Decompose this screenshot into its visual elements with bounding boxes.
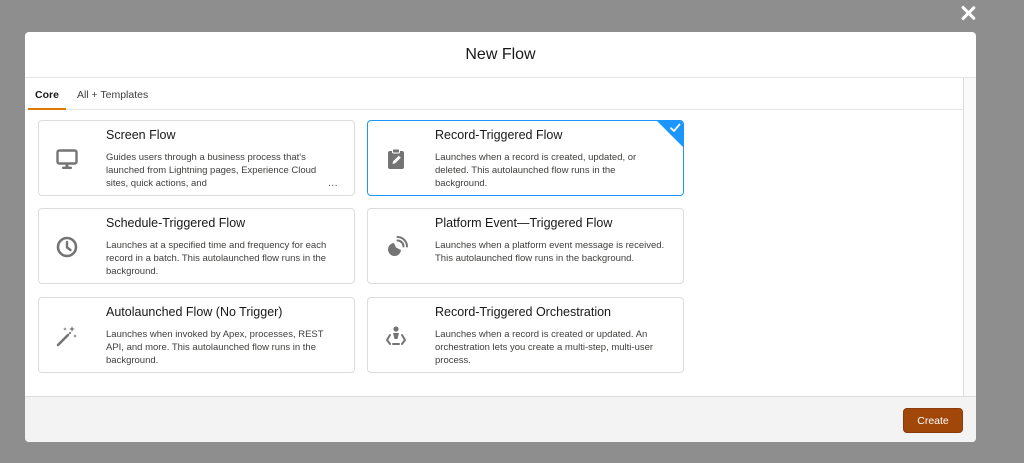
modal-body: Core All + Templates Screen Flow Guides …	[25, 78, 976, 396]
modal-header: New Flow	[25, 32, 976, 78]
tab-bar: Core All + Templates	[25, 78, 963, 110]
card-title: Schedule-Triggered Flow	[106, 216, 246, 230]
tab-all-templates[interactable]: All + Templates	[77, 89, 148, 109]
card-title: Record-Triggered Orchestration	[435, 305, 611, 319]
modal-footer: Create	[25, 396, 976, 442]
card-record-triggered-flow[interactable]: Record-Triggered Flow Launches when a re…	[367, 120, 684, 196]
close-icon[interactable]	[957, 3, 979, 25]
clipboard-edit-icon	[382, 145, 410, 173]
card-title: Screen Flow	[106, 128, 176, 142]
card-description: Launches when a record is created, updat…	[435, 152, 637, 189]
card-description: Launches at a specified time and frequen…	[106, 240, 327, 277]
monitor-icon	[53, 145, 81, 173]
new-flow-modal: New Flow Core All + Templates Screen Flo…	[25, 32, 976, 442]
tab-core[interactable]: Core	[28, 89, 66, 110]
more-ellipsis[interactable]: ...	[328, 178, 338, 189]
clock-icon	[53, 233, 81, 261]
card-record-triggered-orchestration[interactable]: Record-Triggered Orchestration Launches …	[367, 297, 684, 373]
card-autolaunched-flow[interactable]: Autolaunched Flow (No Trigger) Launches …	[38, 297, 355, 373]
card-title: Autolaunched Flow (No Trigger)	[106, 305, 283, 319]
create-button[interactable]: Create	[903, 408, 963, 433]
modal-title: New Flow	[465, 45, 536, 63]
card-platform-event-triggered-flow[interactable]: Platform Event—Triggered Flow Launches w…	[367, 208, 684, 284]
card-description: Launches when invoked by Apex, processes…	[106, 329, 324, 366]
card-schedule-triggered-flow[interactable]: Schedule-Triggered Flow Launches at a sp…	[38, 208, 355, 284]
card-description: Launches when a record is created or upd…	[435, 329, 654, 366]
card-title: Record-Triggered Flow	[435, 128, 563, 142]
card-description: Launches when a platform event message i…	[435, 240, 665, 264]
scrollbar[interactable]	[963, 78, 976, 396]
check-icon	[668, 121, 682, 135]
broadcast-icon	[382, 233, 410, 261]
card-screen-flow[interactable]: Screen Flow Guides users through a busin…	[38, 120, 355, 196]
orchestration-icon	[382, 322, 410, 350]
magic-wand-icon	[53, 322, 81, 350]
card-description: Guides users through a business process …	[106, 152, 317, 189]
card-title: Platform Event—Triggered Flow	[435, 216, 613, 230]
